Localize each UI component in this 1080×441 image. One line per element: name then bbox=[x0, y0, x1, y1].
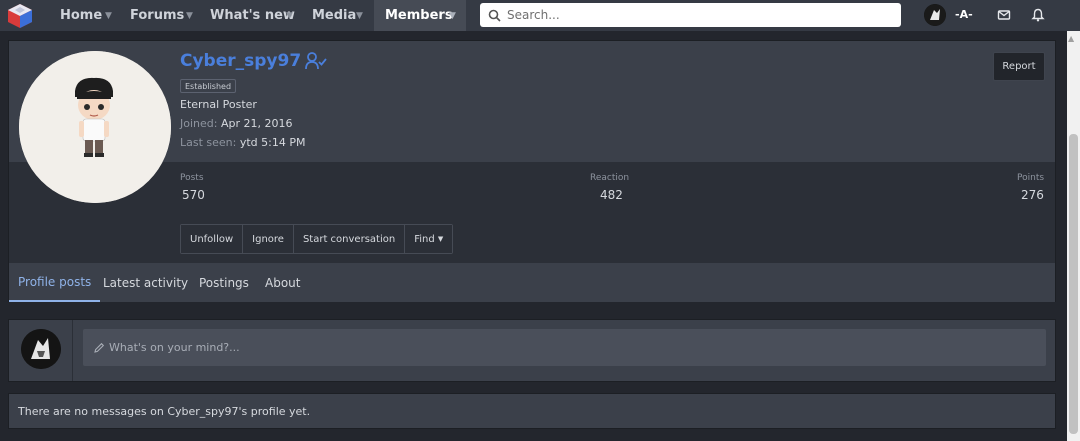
pencil-icon bbox=[94, 342, 105, 353]
ignore-button[interactable]: Ignore bbox=[243, 225, 294, 253]
profile-actions: Unfollow Ignore Start conversation Find … bbox=[180, 224, 454, 254]
nav-whats-new[interactable]: What's new bbox=[210, 0, 295, 31]
search-icon bbox=[488, 9, 501, 22]
find-dropdown-button[interactable]: Find ▼ bbox=[405, 225, 453, 253]
envelope-icon[interactable] bbox=[996, 7, 1012, 23]
nav-media[interactable]: Media bbox=[312, 0, 356, 31]
tab-profile-posts[interactable]: Profile posts bbox=[9, 263, 101, 302]
composer-avatar-column bbox=[9, 320, 73, 381]
start-conversation-button[interactable]: Start conversation bbox=[293, 225, 406, 253]
caret-down-icon: ▼ bbox=[437, 235, 444, 243]
tab-latest-activity[interactable]: Latest activity bbox=[103, 263, 188, 302]
profile-username[interactable]: Cyber_spy97 bbox=[180, 51, 327, 71]
nav-forums[interactable]: Forums bbox=[130, 0, 184, 31]
report-button[interactable]: Report bbox=[993, 52, 1045, 81]
empty-messages-notice: There are no messages on Cyber_spy97's p… bbox=[8, 393, 1056, 429]
composer-avatar[interactable] bbox=[21, 329, 61, 369]
chevron-down-icon[interactable]: ▼ bbox=[105, 11, 112, 21]
tab-postings[interactable]: Postings bbox=[199, 263, 249, 302]
profile-tabs: Profile posts Latest activity Postings A… bbox=[9, 263, 1055, 302]
user-avatar[interactable] bbox=[924, 4, 946, 26]
chevron-down-icon[interactable]: ▼ bbox=[186, 11, 193, 21]
tab-about[interactable]: About bbox=[265, 263, 300, 302]
top-navigation-bar: Home ▼ Forums ▼ What's new ▼ Media ▼ Mem… bbox=[0, 0, 1080, 31]
post-input[interactable]: What's on your mind?... bbox=[83, 329, 1046, 366]
stat-reaction-label: Reaction bbox=[590, 173, 630, 183]
scroll-up-arrow-icon[interactable]: ▲ bbox=[1068, 34, 1074, 43]
status-badge: Established bbox=[180, 79, 237, 93]
user-menu-label[interactable]: -A- bbox=[955, 8, 973, 21]
bell-icon[interactable] bbox=[1030, 7, 1046, 23]
profile-card: Cyber_spy97 Established Eternal Poster J… bbox=[8, 40, 1056, 302]
last-seen: Last seen: ytd 5:14 PM bbox=[180, 136, 306, 149]
chevron-down-icon[interactable]: ▼ bbox=[286, 11, 293, 21]
stat-points-value[interactable]: 276 bbox=[1021, 188, 1044, 202]
scrollbar-thumb[interactable] bbox=[1069, 134, 1078, 434]
chevron-down-icon[interactable]: ▼ bbox=[356, 11, 363, 21]
stat-reaction-value[interactable]: 482 bbox=[600, 188, 623, 202]
stat-posts-value[interactable]: 570 bbox=[182, 188, 205, 202]
user-check-icon[interactable] bbox=[305, 52, 327, 70]
stat-points-label: Points bbox=[1017, 173, 1045, 183]
user-title: Eternal Poster bbox=[180, 98, 257, 111]
profile-post-composer: What's on your mind?... bbox=[8, 319, 1056, 382]
search-input[interactable]: Search... bbox=[480, 3, 901, 27]
stat-posts-label: Posts bbox=[180, 173, 204, 183]
profile-avatar[interactable] bbox=[19, 51, 171, 203]
unfollow-button[interactable]: Unfollow bbox=[181, 225, 244, 253]
nav-home[interactable]: Home bbox=[60, 0, 102, 31]
joined-date: Joined: Apr 21, 2016 bbox=[180, 117, 293, 130]
post-input-placeholder: What's on your mind?... bbox=[109, 341, 240, 354]
search-placeholder: Search... bbox=[507, 8, 560, 22]
site-logo-icon[interactable] bbox=[6, 2, 34, 30]
chevron-down-icon[interactable]: ▼ bbox=[449, 11, 456, 21]
